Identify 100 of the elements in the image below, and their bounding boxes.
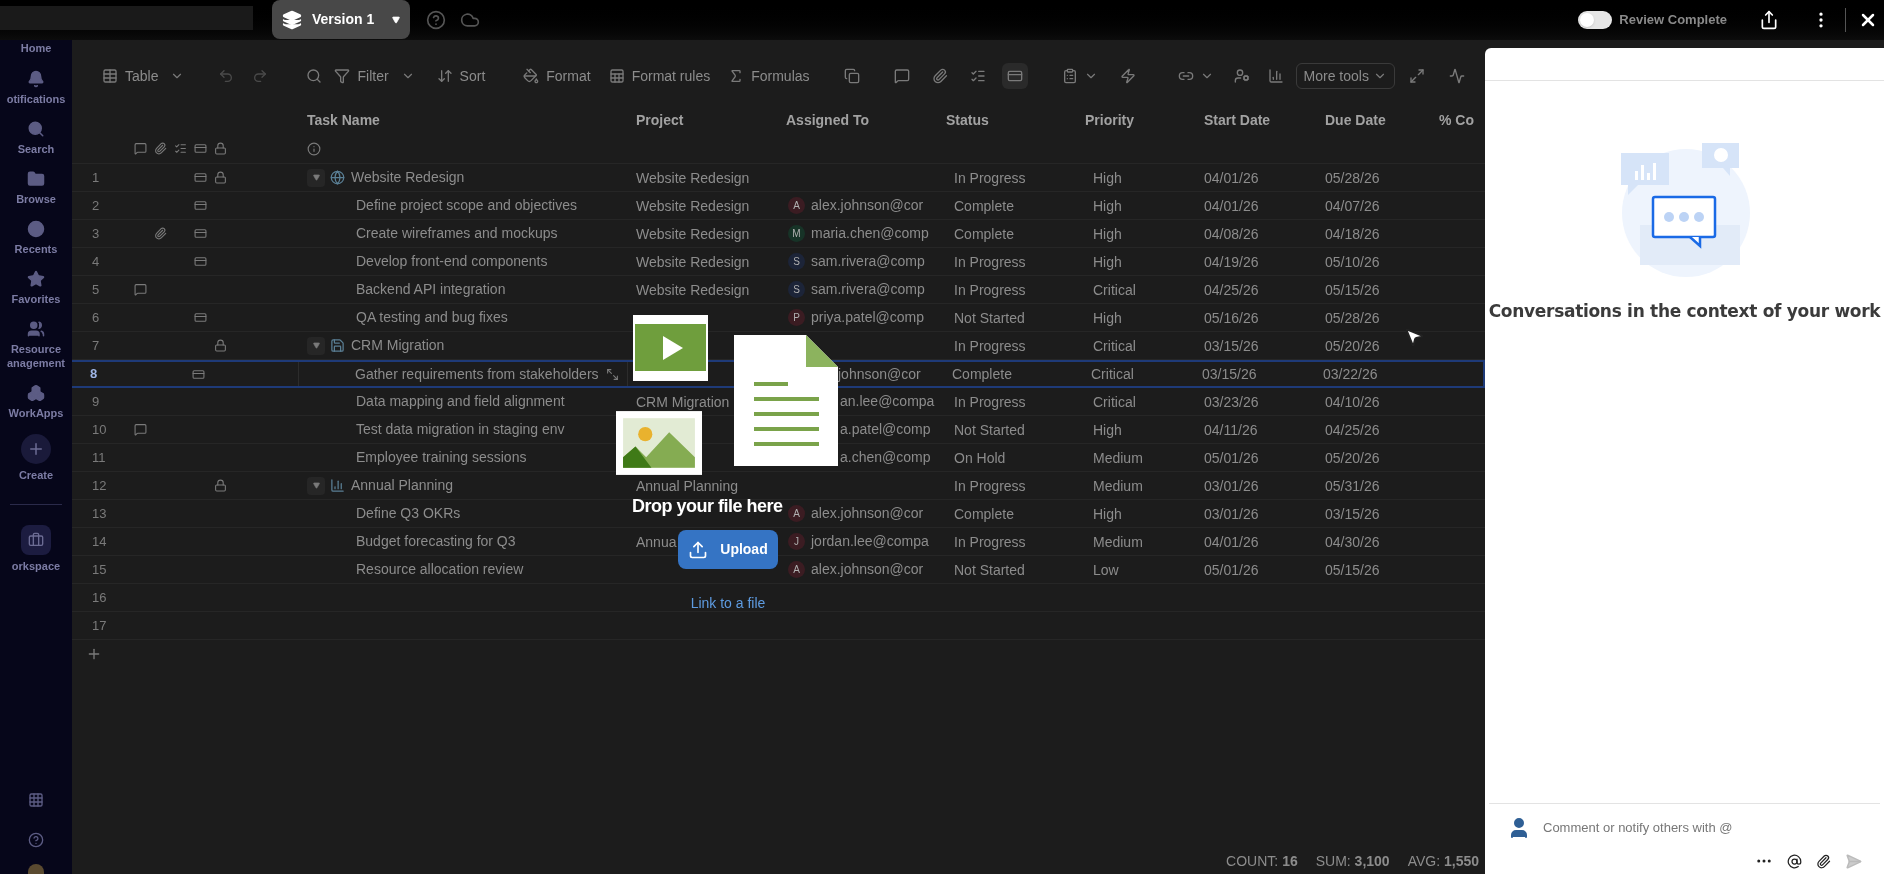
row-number[interactable]: 12 [72, 475, 120, 496]
row-number[interactable]: 2 [72, 195, 120, 216]
comment-icon[interactable] [893, 68, 910, 84]
expand-icon[interactable] [606, 367, 619, 381]
cloud-icon[interactable] [460, 10, 481, 30]
attachment-icon[interactable] [1816, 853, 1831, 869]
filter-button[interactable]: Filter [328, 61, 395, 91]
start-date-cell: 03/01/26 [1204, 505, 1259, 522]
dropdown-caret-icon [392, 15, 401, 24]
column-header[interactable]: Assigned To [786, 112, 869, 128]
info-icon[interactable] [307, 141, 321, 156]
start-date-cell: 04/08/26 [1204, 225, 1259, 242]
view-switcher[interactable]: Table [96, 61, 165, 91]
sidebar-item[interactable]: Favorites [0, 270, 72, 306]
filter-icon [334, 68, 351, 84]
lock-indicator-icon [213, 479, 227, 492]
sidebar-item[interactable]: Search [0, 120, 72, 156]
sidebar-item[interactable]: Recents [0, 220, 72, 256]
checklist-icon[interactable] [969, 68, 986, 84]
sidebar-item[interactable]: Home [20, 40, 52, 56]
apps-grid-icon[interactable] [28, 792, 44, 808]
row-number[interactable]: 8 [72, 364, 118, 384]
due-date-cell: 05/31/26 [1325, 477, 1380, 494]
row-number[interactable]: 14 [72, 531, 120, 552]
due-date-cell: 04/10/26 [1325, 393, 1380, 410]
task-name: QA testing and bug fixes [356, 308, 508, 327]
help-icon[interactable] [28, 832, 44, 848]
task-name: Define project scope and objectives [356, 196, 578, 215]
format-rules-button[interactable]: Format rules [602, 61, 717, 91]
row-number[interactable]: 11 [72, 447, 120, 468]
upload-button[interactable]: Upload [678, 530, 778, 569]
start-date-cell: 05/01/26 [1204, 449, 1259, 466]
priority-cell: High [1093, 309, 1122, 326]
row-number[interactable]: 13 [72, 503, 120, 524]
lightning-icon[interactable] [1119, 68, 1136, 84]
mention-icon[interactable] [1787, 853, 1802, 869]
row-number[interactable]: 4 [72, 251, 120, 272]
sidebar-item[interactable]: WorkApps [0, 384, 72, 420]
row-number[interactable]: 16 [72, 587, 120, 608]
task-name: Create wireframes and mockups [356, 224, 558, 243]
version-selector[interactable]: Version 1 [272, 0, 411, 39]
sidebar-item[interactable]: otifications [0, 70, 72, 106]
share-icon[interactable] [1759, 10, 1779, 30]
row-number[interactable]: 17 [72, 615, 120, 636]
link-to-file-link[interactable]: Link to a file [690, 593, 766, 614]
activity-icon[interactable] [1449, 68, 1465, 84]
table-grid-icon [608, 68, 625, 84]
row-number[interactable]: 7 [72, 335, 120, 356]
help-icon[interactable] [426, 10, 447, 30]
column-header[interactable]: Project [636, 112, 684, 128]
row-number[interactable]: 3 [72, 223, 120, 244]
project-cell: Annua [636, 533, 677, 550]
card-view-button[interactable] [1001, 63, 1028, 89]
more-tools-button[interactable]: More tools [1295, 63, 1395, 89]
user-avatar[interactable] [28, 864, 44, 874]
row-number[interactable]: 1 [72, 167, 120, 188]
due-date-cell: 04/25/26 [1325, 421, 1380, 438]
row-number[interactable]: 10 [72, 419, 120, 440]
column-header[interactable]: Task Name [307, 112, 380, 128]
column-header[interactable]: Status [946, 112, 989, 128]
expand-caret-icon[interactable] [307, 168, 325, 187]
sort-button[interactable]: Sort [430, 61, 492, 91]
star-icon [27, 270, 45, 288]
project-cell: Website Redesign [636, 169, 750, 186]
row-number[interactable]: 5 [72, 279, 120, 300]
review-toggle[interactable] [1578, 11, 1613, 29]
format-button[interactable]: Format [517, 61, 597, 91]
start-date-cell: 05/01/26 [1204, 561, 1259, 578]
chart-icon[interactable] [1267, 68, 1284, 84]
user-settings-icon[interactable] [1233, 68, 1250, 84]
assignee-avatar: A [788, 505, 805, 522]
sidebar-item[interactable]: Create [18, 434, 54, 482]
row-number[interactable]: 15 [72, 559, 120, 580]
assignee-avatar: P [788, 309, 805, 326]
copy-icon[interactable] [843, 68, 860, 84]
sidebar-item[interactable]: orkspace [11, 525, 61, 573]
comment-input[interactable]: Comment or notify others with @ [1543, 818, 1862, 838]
sidebar-item[interactable]: Resource anagement [0, 320, 72, 370]
card-indicator-icon [193, 171, 207, 184]
expand-caret-icon[interactable] [307, 476, 325, 495]
column-header[interactable]: Priority [1085, 112, 1134, 128]
formulas-button[interactable]: Formulas [722, 61, 816, 91]
assignee-avatar: S [788, 253, 805, 270]
expand-icon[interactable] [1409, 68, 1425, 84]
summary-stat: COUNT: 16 [1226, 852, 1298, 871]
row-number[interactable]: 6 [72, 307, 120, 328]
status-cell: In Progress [954, 169, 1026, 186]
expand-caret-icon[interactable] [307, 336, 325, 355]
row-number[interactable]: 9 [72, 391, 120, 412]
column-header[interactable]: Start Date [1204, 112, 1271, 128]
upload-icon [688, 539, 709, 560]
task-name: Data mapping and field alignment [356, 392, 565, 411]
search-icon[interactable] [306, 68, 323, 84]
comment-indicator-icon [133, 142, 147, 155]
column-header[interactable]: % Co [1439, 112, 1474, 128]
sidebar-item[interactable]: Browse [0, 170, 72, 206]
column-header[interactable]: Due Date [1325, 112, 1386, 128]
clipboard-icon[interactable] [1061, 68, 1078, 84]
priority-cell: Critical [1093, 337, 1136, 354]
add-row-icon[interactable] [86, 646, 102, 662]
